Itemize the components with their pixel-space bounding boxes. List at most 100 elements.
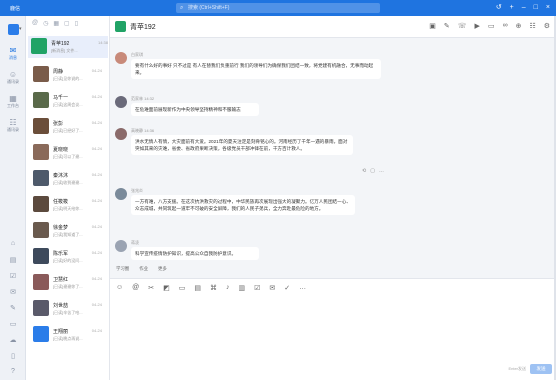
avatar [115, 96, 127, 108]
rail-item-workbench[interactable]: ▦ 工作台 [3, 94, 23, 109]
chat-header-actions: ▣ ✎ ☏ ▶ ▭ ∞ ⊕ ☷ ⚙ [429, 22, 550, 30]
folder-icon[interactable]: ▭ [8, 320, 18, 328]
add-icon[interactable]: ▾ [19, 26, 22, 32]
avatar [115, 188, 127, 200]
at-icon[interactable]: @ [132, 284, 139, 292]
folder-icon[interactable]: ▤ [194, 284, 201, 292]
message-bubble[interactable]: 一方有难，八方支援。在这次抗洪救灾的过程中，中华民族再次展现出强大的凝聚力。亿万… [131, 195, 355, 215]
rail-item-messages[interactable]: ✉ 消息 [3, 46, 23, 61]
video-icon[interactable]: ▶ [475, 22, 480, 30]
send-button[interactable]: 发送 [530, 364, 552, 374]
my-avatar[interactable] [8, 24, 19, 35]
conversation-toolbar: @ ◷ ▦ ▢ ▯ [26, 16, 109, 30]
avatar [115, 128, 127, 140]
doc-icon[interactable]: ▤ [8, 256, 18, 264]
cloud-icon[interactable]: ☁ [8, 336, 18, 344]
message-composer[interactable]: ☺ @ ✂ ◩ ▭ ▤ ⌘ ♪ ▥ ☑ ✉ ✓ … Enter发送 发送 [110, 278, 556, 380]
quick-reply[interactable]: 学习圈 [116, 266, 129, 272]
avatar [33, 92, 49, 108]
check-icon[interactable]: ✓ [284, 284, 290, 292]
mail-icon[interactable]: ✉ [8, 288, 18, 296]
conversation-item[interactable]: 任筱筱 [已读]明天给你... 04-24 [30, 194, 102, 216]
scissors-icon[interactable]: ✂ [148, 284, 154, 292]
avatar [33, 118, 49, 134]
message-bubble[interactable]: 在危难面前展现新作为中央领导坚持精神和不服输志 [131, 103, 259, 116]
message-bubble[interactable]: 科学宣传疫情防护知识，提高公众自我防护意识。 [131, 247, 259, 260]
message-sender: 范家林 14:32 [131, 96, 155, 101]
avatar [115, 21, 126, 32]
conversation-item[interactable]: 徐金梦 [已读]我知道了... 04-24 [30, 220, 102, 242]
send-hint: Enter发送 [508, 366, 526, 371]
title-bar: 鹿信 ⌕ 搜索 (Ctrl+Shift+F) ↺ + – □ × [0, 0, 556, 16]
add-person-icon[interactable]: ⊕ [516, 22, 522, 30]
quick-reply[interactable]: 更多 [158, 266, 167, 272]
global-search-input[interactable]: ⌕ 搜索 (Ctrl+Shift+F) [176, 3, 380, 13]
avatar [33, 300, 49, 316]
message-sender: 蒋凌 [131, 240, 139, 245]
conversation-item[interactable]: 陈乐军 [已读]好的没问... 04-24 [30, 246, 102, 268]
home-icon[interactable]: ⌂ [8, 240, 18, 247]
conversation-item[interactable]: 周静 [已读]见你说的... 04-24 [30, 64, 102, 86]
conversation-item[interactable]: 马千一 [已读]这周会议... 04-24 [30, 90, 102, 112]
history-icon[interactable]: ↺ [496, 3, 502, 13]
mic-icon[interactable]: ♪ [226, 284, 230, 292]
mobile-icon[interactable]: ▯ [8, 352, 18, 360]
app-name: 鹿信 [10, 6, 21, 12]
avatar [33, 248, 49, 264]
conversation-item[interactable]: 青苹192 [新消息] 文件... 14:38 [28, 36, 108, 58]
task-icon[interactable]: ☑ [254, 284, 260, 292]
message-bubble[interactable]: 要有什么好的事好 只不过是 有人在替我们负重前行 我们的领导们为确保我们团结一致… [131, 59, 381, 79]
bookmark-icon[interactable]: ▯ [75, 20, 78, 27]
phone-icon[interactable]: ☏ [458, 22, 467, 30]
add-icon[interactable]: + [510, 3, 514, 13]
pin-icon[interactable]: ✎ [8, 304, 18, 312]
code-icon[interactable]: ⌘ [210, 284, 217, 292]
window-controls: ↺ + – □ × [496, 3, 550, 13]
note-icon[interactable]: ✎ [444, 22, 450, 30]
more-icon[interactable]: … [299, 284, 306, 292]
copy-icon[interactable]: ▢ [370, 168, 375, 174]
close-icon[interactable]: × [546, 3, 550, 13]
quick-reply[interactable]: 作业 [139, 266, 148, 272]
rail-item-contacts[interactable]: ☺ 通讯录 [3, 70, 23, 85]
conversation-item[interactable]: 王翔丽 [已读]晚点再说... 04-24 [30, 324, 102, 346]
at-icon[interactable]: @ [32, 20, 38, 26]
conversation-item[interactable]: 卫慧红 [已读]谢谢你了... 04-24 [30, 272, 102, 294]
reply-icon[interactable]: ⟲ [362, 168, 366, 174]
note-icon[interactable]: ▢ [64, 20, 70, 27]
conversation-list: @ ◷ ▦ ▢ ▯ 青苹192 [新消息] 文件... 14:38 周静 [已读… [26, 16, 134, 380]
avatar [33, 196, 49, 212]
link-icon[interactable]: ∞ [503, 22, 508, 30]
conversation-item[interactable]: 夏晓晓 [已读]可以了谢... 04-24 [30, 142, 102, 164]
folder-icon[interactable]: ▭ [488, 22, 495, 30]
more-icon[interactable]: … [379, 168, 384, 174]
image-icon[interactable]: ◩ [163, 284, 170, 292]
avatar [33, 222, 49, 238]
avatar [33, 274, 49, 290]
message-bubble[interactable]: 洪水无情人有情，大灾面前有大爱。2021年的夏天注定是刻骨铭心的。河南经历了千年… [131, 135, 353, 155]
todo-icon[interactable]: ☑ [8, 272, 18, 280]
clock-icon[interactable]: ◷ [43, 20, 48, 27]
group-icon[interactable]: ☷ [529, 22, 535, 30]
avatar [115, 240, 127, 252]
settings-icon[interactable]: ⚙ [544, 22, 550, 30]
search-placeholder: 搜索 (Ctrl+Shift+F) [188, 5, 230, 11]
rail-item-org[interactable]: ☷ 通讯录 [3, 118, 23, 133]
file-icon[interactable]: ▭ [179, 284, 186, 292]
quick-reply-row: 学习圈 作业 更多 [116, 266, 167, 272]
poll-icon[interactable]: ▥ [239, 284, 246, 292]
conversation-item[interactable]: 刘世喆 [已读]辛苦了哈... 04-24 [30, 298, 102, 320]
emoji-icon[interactable]: ☺ [116, 284, 123, 292]
search-icon: ⌕ [180, 5, 184, 11]
conversation-item[interactable]: 秦沐沐 [已读]收到谢谢... 04-24 [30, 168, 102, 190]
help-icon[interactable]: ? [8, 368, 18, 375]
calendar-icon[interactable]: ▦ [53, 20, 59, 27]
chat-pane: 青苹192 ▣ ✎ ☏ ▶ ▭ ∞ ⊕ ☷ ⚙ 白家琪 要有什么好的事好 只不过… [110, 16, 556, 380]
maximize-icon[interactable]: □ [534, 3, 538, 13]
chat-bubble-icon[interactable]: ▣ [429, 22, 436, 30]
mail-icon[interactable]: ✉ [269, 284, 275, 292]
conversation-item[interactable]: 张彭 [已读]已经好了... 04-24 [30, 116, 102, 138]
chat-header: 青苹192 ▣ ✎ ☏ ▶ ▭ ∞ ⊕ ☷ ⚙ [110, 16, 556, 38]
avatar [33, 66, 49, 82]
minimize-icon[interactable]: – [522, 3, 526, 13]
